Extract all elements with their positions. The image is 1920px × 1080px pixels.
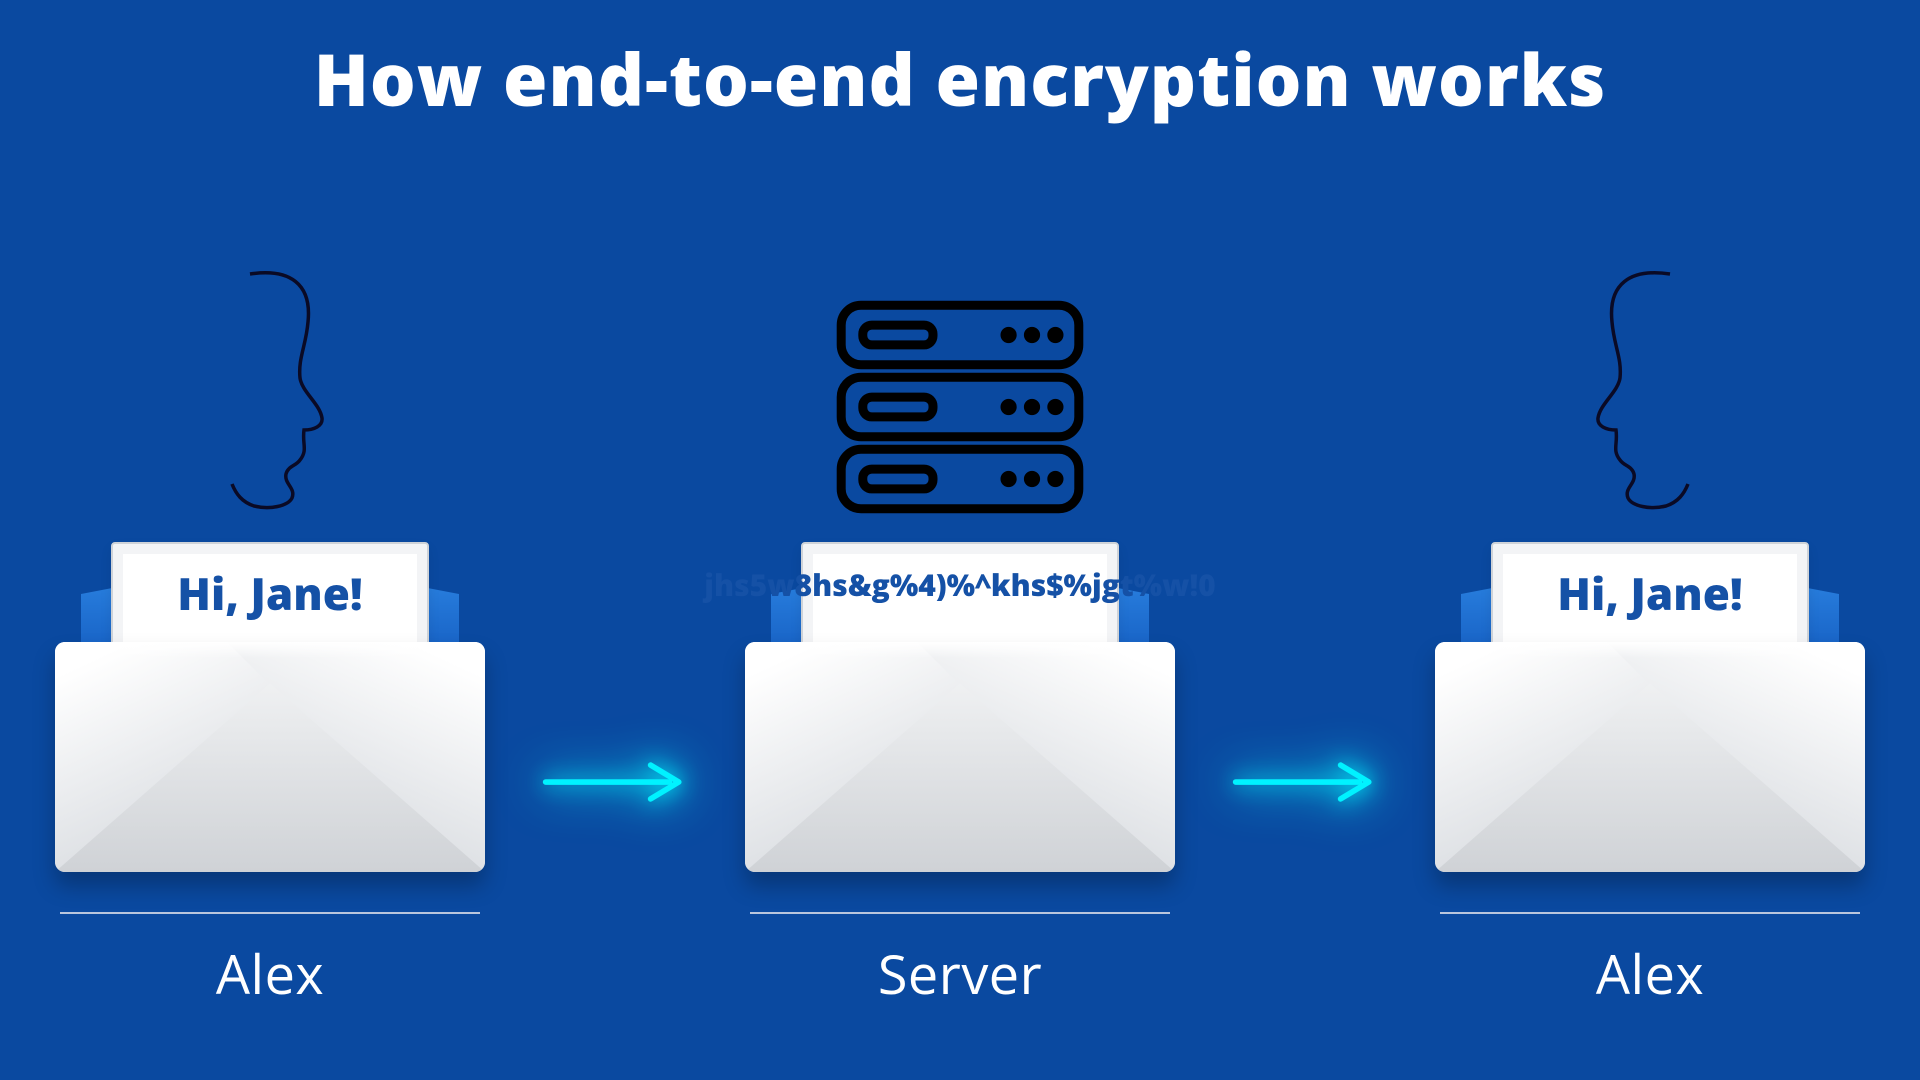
server-cipher-text: jhs5w8hs&g%4)%^khs$%jgt%w!0 bbox=[696, 568, 1223, 603]
receiver-column: Hi, Jane! Alex bbox=[1410, 262, 1890, 1010]
divider-line bbox=[1440, 912, 1860, 914]
server-stack-icon bbox=[825, 292, 1095, 522]
receiver-message-text: Hi, Jane! bbox=[1557, 568, 1742, 619]
arrow-server-to-receiver bbox=[1230, 754, 1380, 1010]
arrow-right-icon bbox=[1230, 754, 1380, 810]
receiver-label: Alex bbox=[1596, 936, 1704, 1010]
receiver-icon-slot bbox=[1560, 262, 1740, 532]
sender-icon-slot bbox=[180, 262, 360, 532]
sender-label: Alex bbox=[216, 936, 324, 1010]
divider-line bbox=[750, 912, 1170, 914]
envelope-body-icon bbox=[55, 642, 485, 872]
sender-message-text: Hi, Jane! bbox=[177, 568, 362, 619]
server-icon-slot bbox=[825, 262, 1095, 532]
face-profile-icon bbox=[180, 262, 360, 522]
envelope-body-icon bbox=[1435, 642, 1865, 872]
arrow-sender-to-server bbox=[540, 754, 690, 1010]
envelope-body-icon bbox=[745, 642, 1175, 872]
face-profile-icon bbox=[1560, 262, 1740, 522]
divider-line bbox=[60, 912, 480, 914]
server-label: Server bbox=[878, 936, 1042, 1010]
arrow-right-icon bbox=[540, 754, 690, 810]
diagram-title: How end-to-end encryption works bbox=[0, 30, 1920, 128]
sender-envelope: Hi, Jane! bbox=[55, 532, 485, 872]
receiver-envelope: Hi, Jane! bbox=[1435, 532, 1865, 872]
server-envelope: jhs5w8hs&g%4)%^khs$%jgt%w!0 bbox=[745, 532, 1175, 872]
diagram-stage: Hi, Jane! Alex bbox=[0, 150, 1920, 1080]
server-column: jhs5w8hs&g%4)%^khs$%jgt%w!0 Server bbox=[720, 262, 1200, 1010]
sender-column: Hi, Jane! Alex bbox=[30, 262, 510, 1010]
